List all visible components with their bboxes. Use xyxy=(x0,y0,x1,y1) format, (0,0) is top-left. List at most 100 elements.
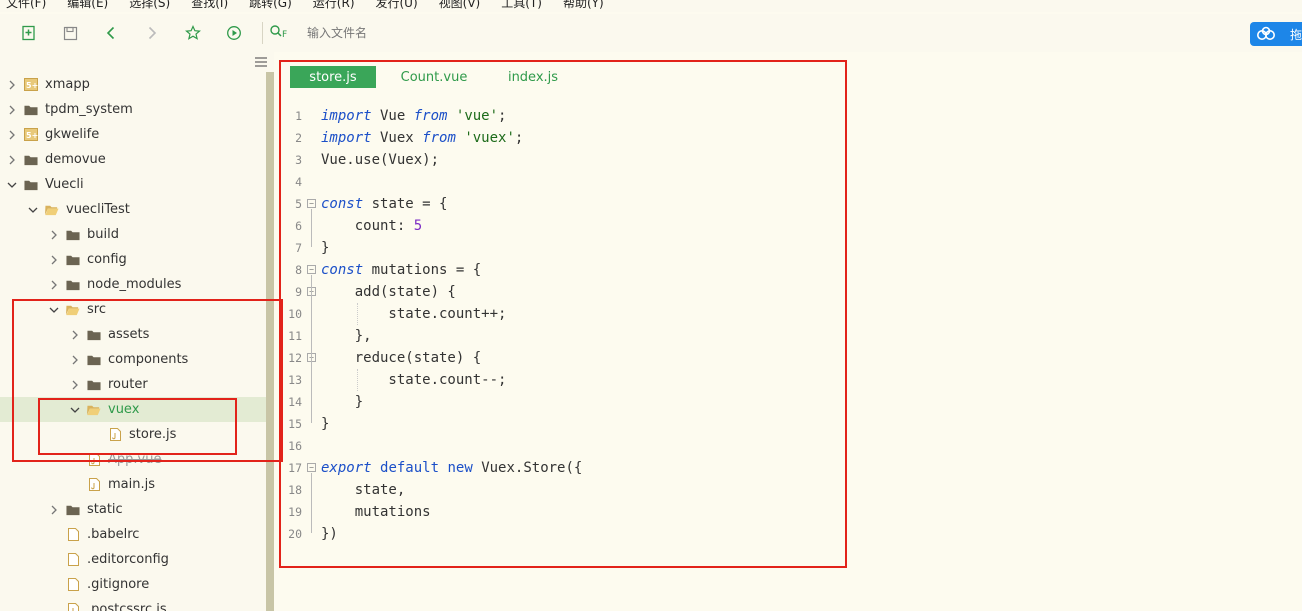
file-search-box[interactable]: F xyxy=(262,22,1262,44)
tree-item[interactable]: 5+ gkwelife xyxy=(0,122,266,147)
tree-item-label: tpdm_system xyxy=(45,102,133,117)
tree-item[interactable]: .babelrc xyxy=(0,522,266,547)
tree-item-label: node_modules xyxy=(87,277,182,292)
tree-item[interactable]: node_modules xyxy=(0,272,266,297)
menu-item[interactable]: 发行(U) xyxy=(370,0,418,12)
menu-item[interactable]: 文件(F) xyxy=(0,0,46,12)
chevron-down-icon[interactable] xyxy=(6,179,18,191)
editor-tab[interactable]: index.js xyxy=(492,66,574,88)
tree-item[interactable]: vuecliTest xyxy=(0,197,266,222)
line-number: 9 xyxy=(295,285,302,299)
tree-item[interactable]: src xyxy=(0,297,266,322)
menu-item[interactable]: 帮助(Y) xyxy=(557,0,604,12)
chevron-right-icon[interactable] xyxy=(48,229,60,241)
file-icon xyxy=(108,428,122,442)
chevron-right-icon[interactable] xyxy=(69,379,81,391)
tree-item[interactable]: config xyxy=(0,247,266,272)
code-line: 13 state.count--; xyxy=(274,369,834,391)
search-input[interactable] xyxy=(307,24,1007,42)
menu-item[interactable]: 工具(T) xyxy=(495,0,542,12)
code-text: import Vue from 'vue'; xyxy=(321,108,507,124)
tree-item[interactable]: main.js xyxy=(0,472,266,497)
chevron-right-icon[interactable] xyxy=(69,354,81,366)
search-icon: F xyxy=(269,24,291,44)
folder-icon xyxy=(87,378,101,392)
folder-icon xyxy=(66,503,80,517)
tree-item[interactable]: .gitignore xyxy=(0,572,266,597)
chevron-right-icon[interactable] xyxy=(48,504,60,516)
folder-icon xyxy=(87,403,101,417)
line-number: 3 xyxy=(295,153,302,167)
forward-icon[interactable] xyxy=(142,23,162,43)
code-text: } xyxy=(321,416,330,432)
menu-item[interactable]: 视图(V) xyxy=(433,0,481,12)
run-icon[interactable] xyxy=(224,23,244,43)
menu-item[interactable]: 选择(S) xyxy=(123,0,170,12)
fold-toggle-icon[interactable]: − xyxy=(307,463,316,472)
cloud-label: 拖 xyxy=(1290,27,1302,42)
tree-item-label: Vuecli xyxy=(45,177,84,192)
code-line: 16 xyxy=(274,435,834,457)
editor-tab[interactable]: Count.vue xyxy=(376,66,492,88)
chevron-down-icon[interactable] xyxy=(48,304,60,316)
tree-item-label: .postcssrc.js xyxy=(87,602,167,611)
chevron-right-icon[interactable] xyxy=(6,154,18,166)
chevron-down-icon[interactable] xyxy=(27,204,39,216)
code-line: 3 Vue.use(Vuex); xyxy=(274,149,834,171)
tree-item[interactable]: demovue xyxy=(0,147,266,172)
tree-item-label: router xyxy=(108,377,148,392)
back-icon[interactable] xyxy=(101,23,121,43)
chevron-right-icon[interactable] xyxy=(48,279,60,291)
line-number: 12 xyxy=(288,351,302,365)
star-icon[interactable] xyxy=(183,23,203,43)
chevron-right-icon[interactable] xyxy=(6,79,18,91)
tree-item[interactable]: store.js xyxy=(0,422,266,447)
hamburger-icon[interactable] xyxy=(255,56,269,68)
folder-icon xyxy=(87,328,101,342)
menu-item[interactable]: 编辑(E) xyxy=(61,0,108,12)
chevron-down-icon[interactable] xyxy=(69,404,81,416)
code-line: 14 } xyxy=(274,391,834,413)
tree-item[interactable]: 5+ xmapp xyxy=(0,72,266,97)
folder-icon xyxy=(24,153,38,167)
chevron-right-icon[interactable] xyxy=(6,129,18,141)
tree-item[interactable]: Vuecli xyxy=(0,172,266,197)
cloud-button[interactable]: 拖 xyxy=(1250,22,1302,46)
chevron-right-icon[interactable] xyxy=(6,104,18,116)
tree-item-label: build xyxy=(87,227,119,242)
menu-item[interactable]: 运行(R) xyxy=(307,0,355,12)
tree-item[interactable]: build xyxy=(0,222,266,247)
chevron-right-icon[interactable] xyxy=(48,254,60,266)
menu-item[interactable]: 查找(I) xyxy=(185,0,228,12)
tree-item[interactable]: components xyxy=(0,347,266,372)
indent-guide xyxy=(357,303,358,325)
tree-item[interactable]: .editorconfig xyxy=(0,547,266,572)
sidebar-scrollbar[interactable] xyxy=(266,72,274,611)
code-line: 6 count: 5 xyxy=(274,215,834,237)
new-file-icon[interactable] xyxy=(19,23,39,43)
fold-toggle-icon[interactable]: − xyxy=(307,199,316,208)
tree-item-label: demovue xyxy=(45,152,106,167)
tree-item[interactable]: vuex xyxy=(0,397,266,422)
fold-guide xyxy=(311,209,312,247)
fold-toggle-icon[interactable]: − xyxy=(307,265,316,274)
save-icon[interactable] xyxy=(60,23,80,43)
tree-item-label: static xyxy=(87,502,123,517)
code-text: const mutations = { xyxy=(321,262,482,278)
tree-item[interactable]: tpdm_system xyxy=(0,97,266,122)
tree-item[interactable]: .postcssrc.js xyxy=(0,597,266,611)
tree-item[interactable]: App.vue xyxy=(0,447,266,472)
tree-item[interactable]: static xyxy=(0,497,266,522)
tree-item-label: .gitignore xyxy=(87,577,150,592)
line-number: 19 xyxy=(288,505,302,519)
chevron-right-icon[interactable] xyxy=(69,329,81,341)
menu-item[interactable]: 跳转(G) xyxy=(243,0,292,12)
line-number: 8 xyxy=(295,263,302,277)
editor-tab[interactable]: store.js xyxy=(290,66,376,88)
tree-item[interactable]: assets xyxy=(0,322,266,347)
tree-item-label: src xyxy=(87,302,106,317)
tree-item[interactable]: router xyxy=(0,372,266,397)
menu-bar: 文件(F) 编辑(E) 选择(S) 查找(I) 跳转(G) 运行(R) 发行(U) 视图(V)… xyxy=(0,0,1302,12)
